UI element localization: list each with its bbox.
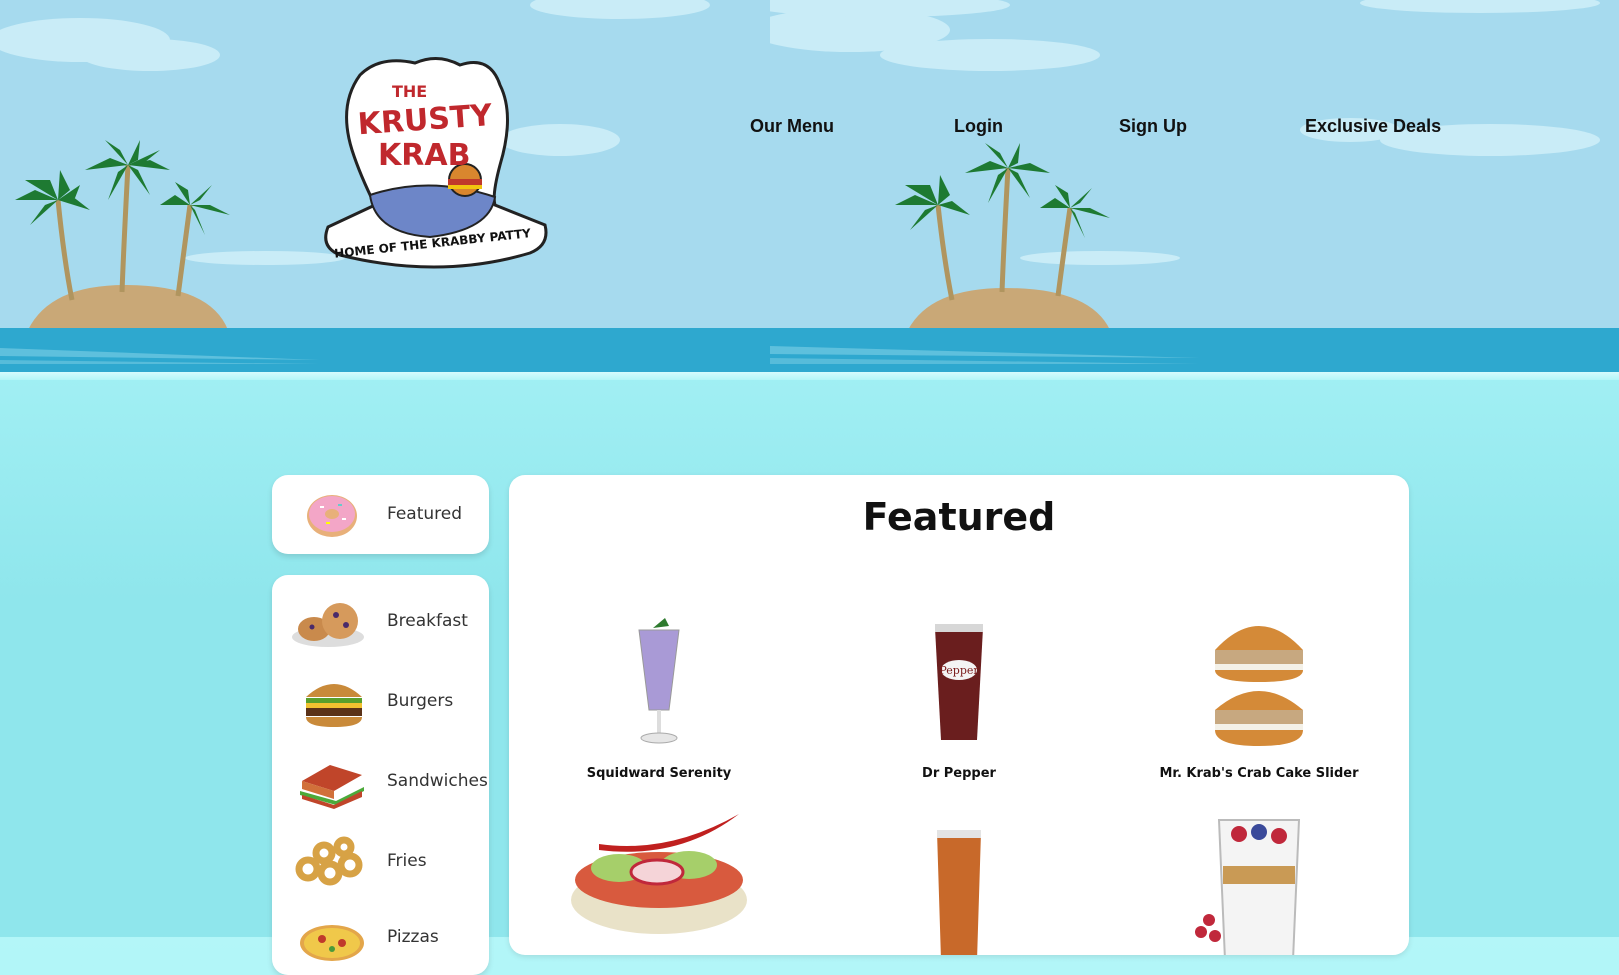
smoothie-image [638,618,680,744]
nav-exclusive-deals[interactable]: Exclusive Deals [1305,116,1441,137]
rice-cake-image [571,814,747,934]
logo-the: THE [392,82,427,101]
header-banner: THE KRUSTY KRAB HOME OF THE KRABBY PATTY… [0,0,1619,375]
fries-image [295,836,363,886]
sidebar-label-featured: Featured [387,504,463,524]
sidebar-item-fries[interactable]: Fries [272,827,489,897]
sidebar-label-burgers: Burgers [387,691,454,711]
featured-card[interactable]: Featured [272,475,489,554]
sidebar-item-sandwiches[interactable]: Sandwiches [272,747,489,817]
sidebar-item-breakfast[interactable]: Breakfast [272,587,489,657]
nav-sign-up[interactable]: Sign Up [1119,116,1187,137]
iced-tea-image [937,830,981,955]
nav-login[interactable]: Login [954,116,1003,137]
slider-image [1215,626,1303,746]
shoreline-band [0,372,1619,380]
sidebar-item-pizzas[interactable]: Pizzas [272,903,489,973]
pizza-image [300,925,364,961]
sidebar-label-pizzas: Pizzas [387,927,439,947]
menu-item-name: Mr. Krab's Crab Cake Slider [1159,766,1359,781]
panel-title: Featured [862,495,1056,539]
sidebar-label-fries: Fries [387,851,427,871]
beach-scene-right [770,0,1619,375]
featured-panel: Featured Squidward Serenity Pepper Dr Pe… [509,475,1409,955]
breakfast-image [292,603,364,647]
sidebar-item-burgers[interactable]: Burgers [272,667,489,737]
svg-text:Pepper: Pepper [939,664,979,677]
menu-item-name: Dr Pepper [922,766,996,781]
sidebar-item-featured[interactable]: Featured [272,480,489,550]
category-list: Breakfast Burgers Sandwiches Fries Pizza… [272,575,489,975]
soda-cup-image: Pepper [935,624,983,740]
parfait-image [1195,819,1301,955]
krusty-krab-logo[interactable]: THE KRUSTY KRAB HOME OF THE KRABBY PATTY [320,55,555,270]
donut-image [307,495,357,537]
sidebar-label-sandwiches: Sandwiches [387,771,488,791]
sandwich-image [300,765,364,809]
logo-krab: KRAB [378,138,470,173]
nav-our-menu[interactable]: Our Menu [750,116,834,137]
burger-image [306,684,362,727]
sidebar-label-breakfast: Breakfast [387,611,468,631]
menu-item-name: Squidward Serenity [586,766,732,781]
